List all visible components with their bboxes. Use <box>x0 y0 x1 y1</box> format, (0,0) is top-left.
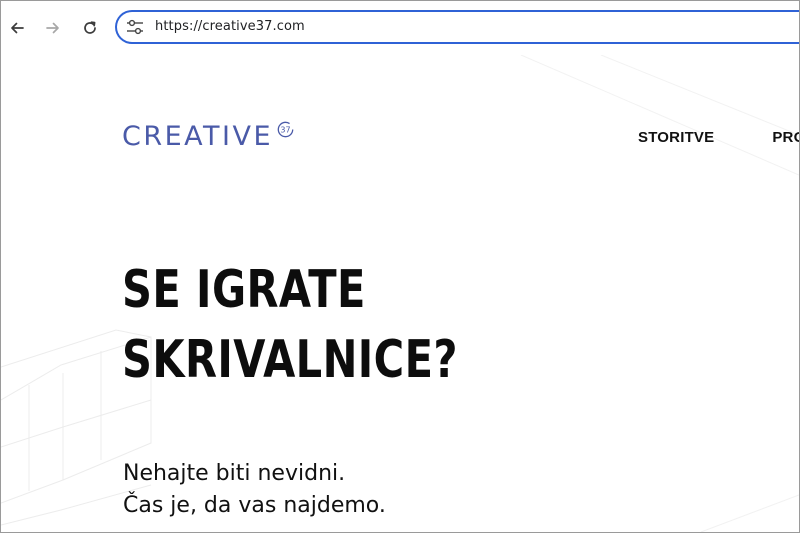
site-logo[interactable]: CREATIVE 37 <box>122 121 294 153</box>
logo-mark-icon: 37 <box>277 121 294 138</box>
address-bar[interactable]: https://creative37.com <box>115 10 799 44</box>
headline-line-1: SE IGRATE <box>122 260 366 320</box>
logo-text: CREATIVE <box>122 121 274 152</box>
tune-icon[interactable] <box>125 18 145 36</box>
web-page: CREATIVE 37 STORITVE PRO SE IGRATE SKRIVA… <box>1 55 799 532</box>
hero-headline: SE IGRATE SKRIVALNICE? <box>122 255 458 395</box>
arrow-left-icon <box>11 22 24 34</box>
url-text[interactable]: https://creative37.com <box>155 19 305 34</box>
hero-subheadline: Nehajte biti nevidni. Čas je, da vas naj… <box>123 458 386 522</box>
reload-icon <box>84 21 96 34</box>
subheadline-line-1: Nehajte biti nevidni. <box>123 461 346 486</box>
browser-window: https://creative37.com CREATIVE 37 STORI… <box>0 0 800 533</box>
subheadline-line-2: Čas je, da vas najdemo. <box>123 493 386 518</box>
reload-button[interactable] <box>76 14 104 42</box>
arrow-right-icon <box>46 22 59 34</box>
forward-button[interactable] <box>39 14 67 42</box>
headline-line-2: SKRIVALNICE? <box>122 330 458 390</box>
back-button[interactable] <box>3 14 31 42</box>
browser-toolbar: https://creative37.com <box>1 1 799 55</box>
nav-item-pro[interactable]: PRO <box>772 129 799 146</box>
logo-mark-text: 37 <box>280 126 290 135</box>
main-nav: STORITVE PRO <box>638 129 799 146</box>
nav-item-storitve[interactable]: STORITVE <box>638 129 714 146</box>
